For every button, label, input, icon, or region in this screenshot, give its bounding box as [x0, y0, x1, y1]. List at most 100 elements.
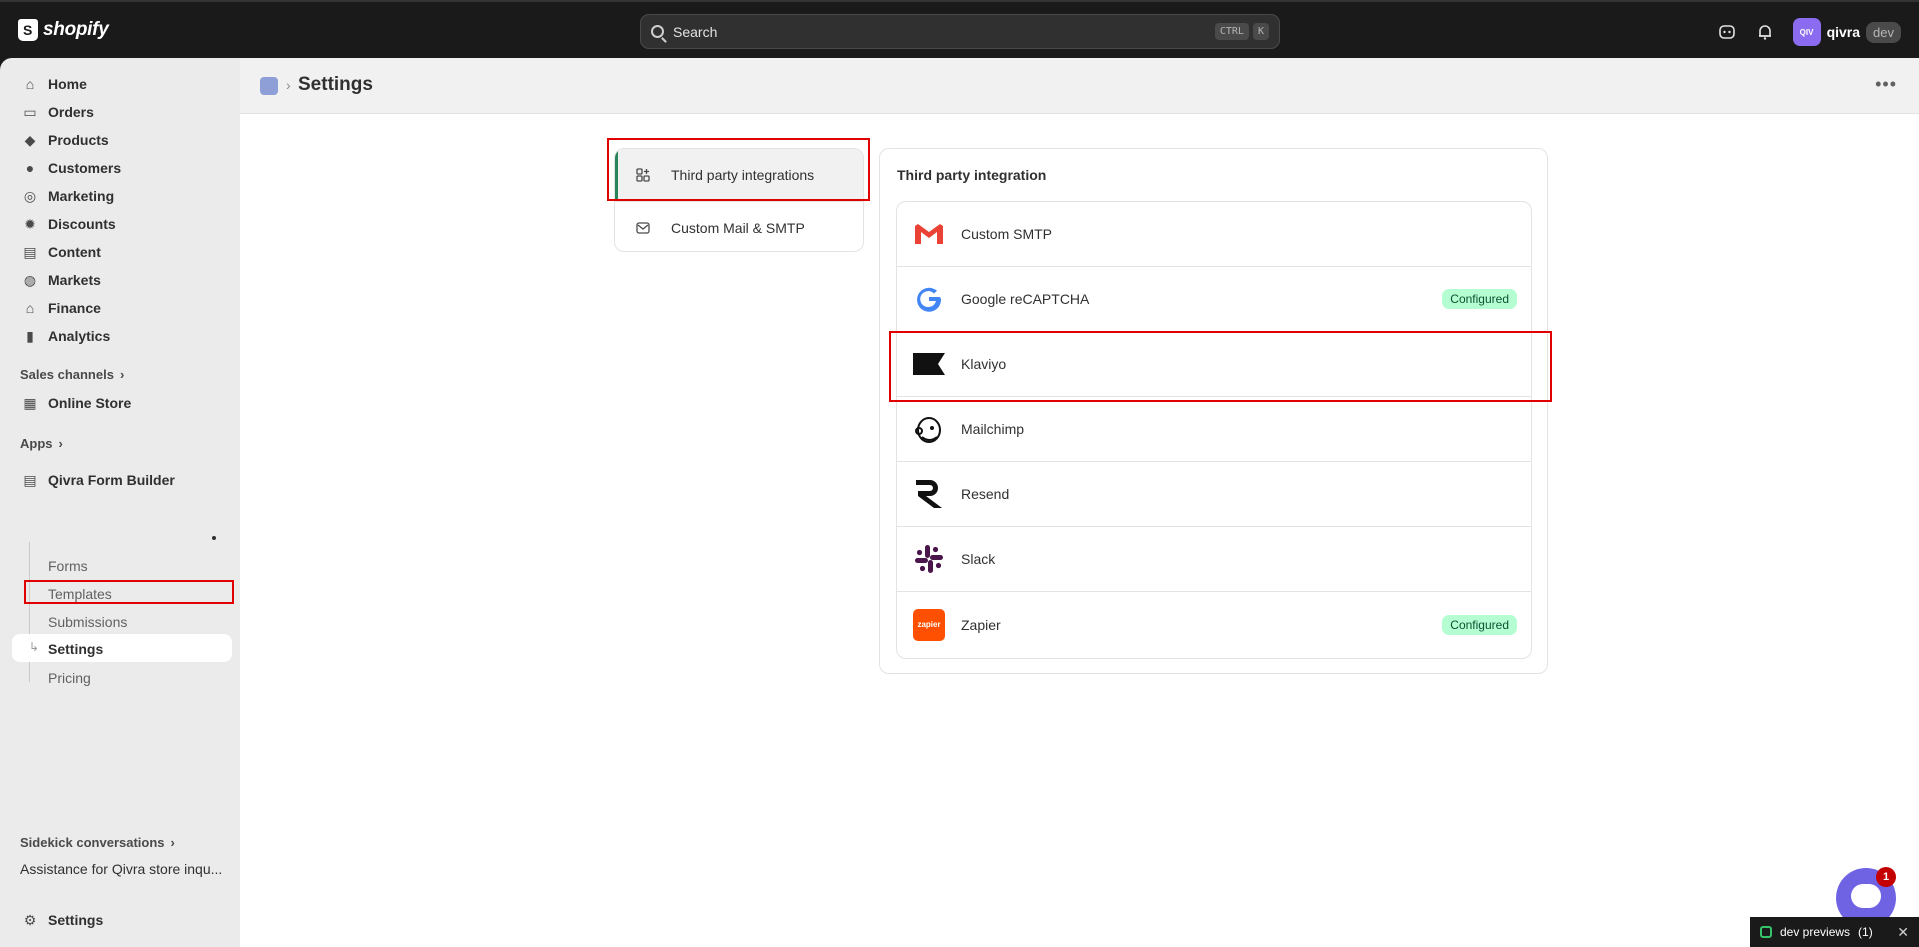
sidebar-item-content[interactable]: ▤ Content — [12, 238, 232, 266]
klaviyo-logo-icon — [913, 348, 945, 380]
apps-label: Apps — [20, 436, 53, 451]
integrations-card: Third party integration Custom SMTP Goog… — [879, 148, 1548, 674]
integration-name: Google reCAPTCHA — [961, 291, 1090, 307]
sidebar-item-label: Markets — [48, 272, 101, 288]
brand-name: shopify — [43, 19, 109, 40]
apps-grid-icon — [635, 167, 651, 183]
person-icon: ● — [25, 160, 35, 176]
search-icon — [651, 25, 664, 38]
store-name[interactable]: qivra — [1827, 24, 1860, 40]
sales-channels-label: Sales channels — [20, 367, 114, 382]
sidebar-item-label: Discounts — [48, 216, 116, 232]
integration-row-google-recaptcha[interactable]: Google reCAPTCHA Configured — [897, 267, 1531, 332]
sidebar-item-label: Finance — [48, 300, 101, 316]
sidebar-item-finance[interactable]: ⌂ Finance — [12, 294, 232, 322]
tab-third-party-integrations[interactable]: Third party integrations — [615, 149, 863, 201]
integration-name: Custom SMTP — [961, 226, 1053, 242]
integration-name: Resend — [961, 486, 1010, 502]
integration-row-mailchimp[interactable]: Mailchimp — [897, 397, 1531, 462]
dev-previews-count: (1) — [1858, 925, 1873, 939]
avatar[interactable]: QIV — [1792, 18, 1821, 46]
slack-logo-icon — [913, 543, 945, 575]
gmail-logo-icon — [913, 218, 945, 250]
chevron-right-icon: › — [170, 835, 175, 850]
shortcut-key-k: K — [1252, 23, 1269, 40]
sidebar: ⌂ Home ▭ Orders ◆ Products ● Customers ◎… — [0, 58, 240, 947]
sidebar-item-discounts[interactable]: ✹ Discounts — [12, 210, 232, 238]
google-logo-icon — [913, 283, 945, 315]
page-title: Settings — [298, 74, 373, 95]
tag-icon: ◆ — [24, 131, 36, 148]
store-icon: ▦ — [23, 394, 37, 411]
breadcrumb-chevron-icon: › — [286, 77, 291, 93]
status-badge: Configured — [1442, 614, 1517, 635]
sidebar-item-online-store[interactable]: ▦ Online Store — [12, 389, 232, 417]
more-actions-icon[interactable]: ••• — [1875, 74, 1897, 95]
integration-row-slack[interactable]: Slack — [897, 527, 1531, 592]
sidekick-conversations-header[interactable]: Sidekick conversations › — [20, 835, 175, 850]
status-badge: Configured — [1442, 289, 1517, 309]
sidebar-subitem-settings-active[interactable] — [12, 634, 232, 662]
app-pin-icon[interactable] — [212, 536, 216, 540]
bell-icon[interactable] — [1755, 22, 1775, 42]
shopify-logo[interactable]: shopify — [18, 19, 109, 41]
integrations-list: Custom SMTP Google reCAPTCHA Configured … — [896, 201, 1532, 659]
dev-previews-bar[interactable]: dev previews (1) ✕ — [1750, 917, 1919, 947]
integration-row-custom-smtp[interactable]: Custom SMTP — [897, 202, 1531, 267]
sidebar-item-settings[interactable]: ⚙ Settings — [12, 906, 232, 934]
sidebar-item-orders[interactable]: ▭ Orders — [12, 98, 232, 126]
primary-nav: ⌂ Home ▭ Orders ◆ Products ● Customers ◎… — [12, 70, 232, 350]
top-right-actions: QIV qivra dev — [1717, 18, 1901, 46]
sales-channels-header[interactable]: Sales channels › — [20, 367, 124, 382]
zapier-logo-text: zapier — [917, 620, 941, 629]
sidekick-conversations-label: Sidekick conversations — [20, 835, 165, 850]
sidebar-item-marketing[interactable]: ◎ Marketing — [12, 182, 232, 210]
shopify-bag-icon — [18, 19, 38, 41]
sidebar-item-label: Qivra Form Builder — [48, 472, 175, 488]
app-icon[interactable] — [260, 77, 278, 95]
content-icon: ▤ — [23, 243, 37, 260]
bank-icon: ⌂ — [25, 300, 35, 316]
subitem-arrow-icon: ↳ — [29, 640, 40, 654]
sidebar-item-products[interactable]: ◆ Products — [12, 126, 232, 154]
sidebar-item-markets[interactable]: ◍ Markets — [12, 266, 232, 294]
zapier-logo-icon: zapier — [913, 608, 945, 641]
tab-custom-mail-smtp[interactable]: Custom Mail & SMTP — [615, 201, 863, 251]
inbox-icon: ▭ — [23, 103, 37, 120]
tab-label: Custom Mail & SMTP — [671, 219, 805, 236]
close-icon[interactable]: ✕ — [1897, 924, 1909, 941]
home-icon: ⌂ — [25, 76, 35, 92]
sidekick-conversation-item[interactable]: Assistance for Qivra store inqu... — [20, 861, 222, 877]
sidebar-item-home[interactable]: ⌂ Home — [12, 70, 232, 98]
target-icon: ◎ — [23, 187, 37, 204]
sidebar-item-analytics[interactable]: ▮ Analytics — [12, 322, 232, 350]
integration-row-zapier[interactable]: zapier Zapier Configured — [897, 592, 1531, 657]
sidebar-subitem-forms[interactable]: Forms — [48, 558, 88, 574]
sidebar-subitem-templates[interactable]: Templates — [48, 586, 112, 602]
integration-row-resend[interactable]: Resend — [897, 462, 1531, 527]
sidebar-item-qivra-form-builder[interactable]: ▤ Qivra Form Builder — [12, 466, 232, 494]
sidebar-item-customers[interactable]: ● Customers — [12, 154, 232, 182]
sidebar-subitem-pricing[interactable]: Pricing — [48, 670, 91, 686]
integration-name: Mailchimp — [961, 421, 1025, 437]
sidebar-item-label: Orders — [48, 104, 94, 120]
sidebar-subitem-settings[interactable]: Settings — [48, 641, 103, 657]
sidebar-subitem-submissions[interactable]: Submissions — [48, 614, 127, 630]
sidebar-item-label: Products — [48, 132, 109, 148]
search-input[interactable]: Search CTRL K — [640, 14, 1280, 49]
sidekick-icon[interactable] — [1717, 22, 1737, 42]
integration-row-klaviyo[interactable]: Klaviyo — [897, 332, 1531, 397]
mailchimp-logo-icon — [913, 413, 945, 445]
sidebar-item-label: Customers — [48, 160, 122, 176]
integration-name: Zapier — [961, 616, 1001, 633]
tab-label: Third party integrations — [671, 167, 815, 183]
sidebar-item-label: Marketing — [48, 188, 115, 204]
search-placeholder: Search — [673, 23, 718, 40]
chat-unread-badge: 1 — [1876, 867, 1896, 887]
resend-logo-icon — [913, 478, 945, 510]
sidebar-item-label: Settings — [48, 912, 104, 928]
dev-previews-label: dev previews — [1780, 925, 1851, 939]
apps-header[interactable]: Apps › — [20, 436, 63, 451]
gear-icon: ⚙ — [23, 911, 37, 928]
chevron-right-icon: › — [58, 436, 63, 451]
